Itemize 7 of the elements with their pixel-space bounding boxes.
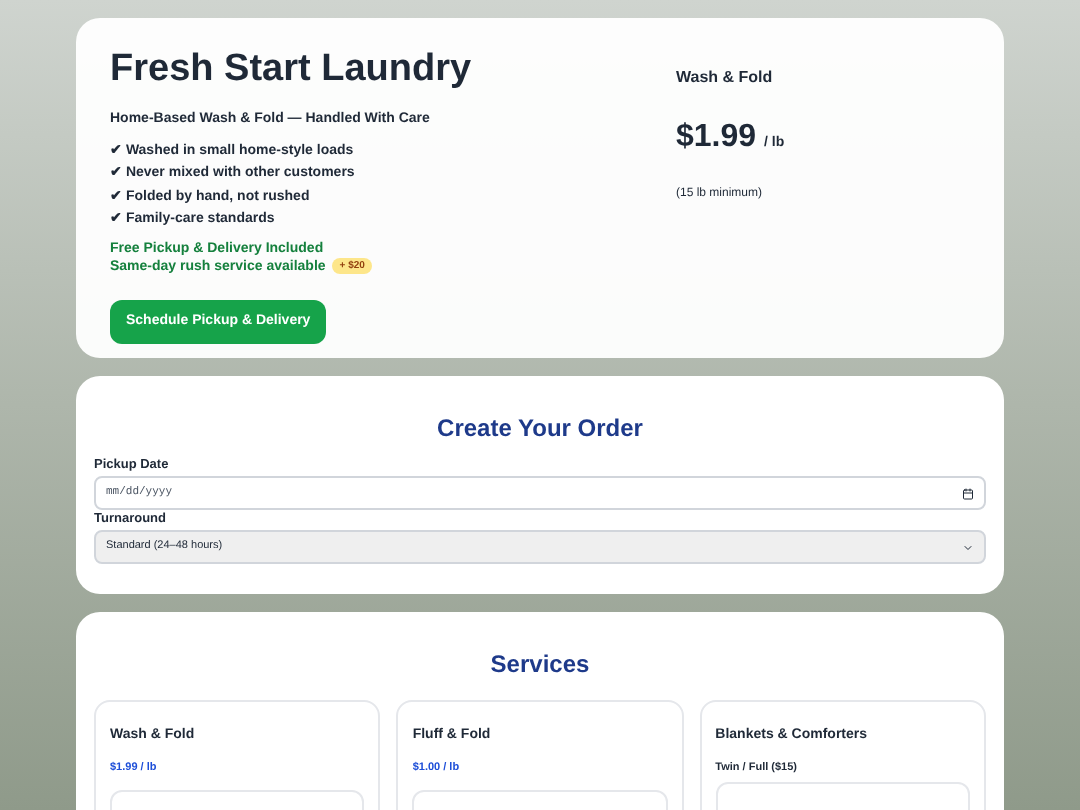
chevron-icon — [962, 541, 974, 553]
page-title: Fresh Start Laundry — [110, 46, 474, 94]
section-title: Services — [488, 648, 592, 680]
calendar-icon — [962, 487, 974, 499]
section-title: Create Your Order — [435, 412, 645, 444]
price-value: $1.99 — [676, 118, 757, 158]
price-label: Wash & Fold — [676, 66, 775, 90]
